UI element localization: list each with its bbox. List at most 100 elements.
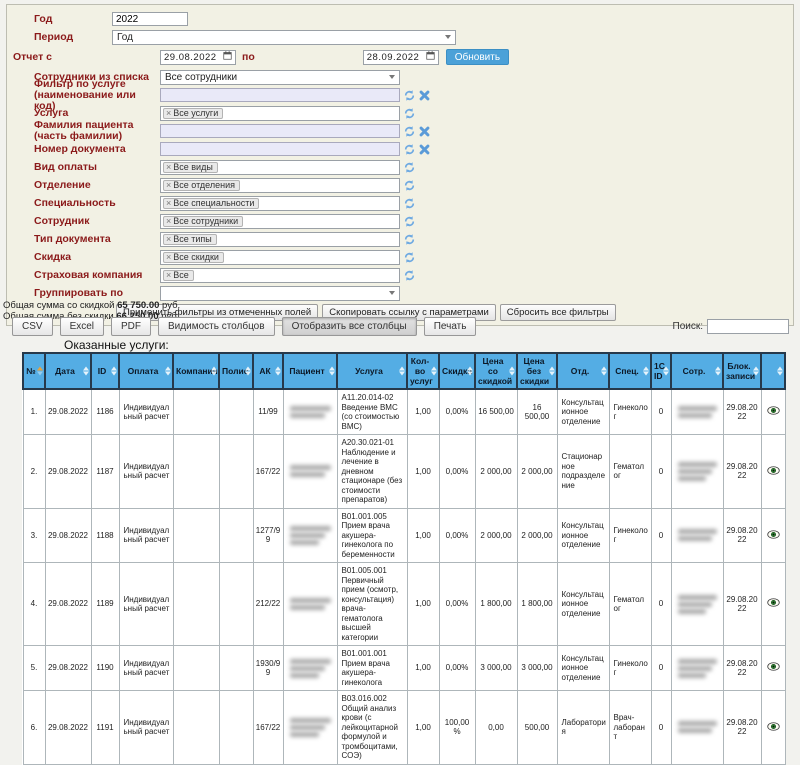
eye-icon[interactable] bbox=[767, 406, 780, 415]
service-filter-input[interactable] bbox=[160, 88, 400, 102]
column-header[interactable]: Спец. bbox=[609, 353, 651, 389]
column-header[interactable]: Блок. записи bbox=[723, 353, 761, 389]
column-header[interactable]: Пациент bbox=[283, 353, 337, 389]
column-header[interactable]: Сотр. bbox=[671, 353, 723, 389]
employees-from-list-select[interactable]: Все сотрудники bbox=[160, 70, 400, 85]
видимость-столбцов-button[interactable]: Видимость столбцов bbox=[158, 317, 275, 336]
sort-icon[interactable] bbox=[509, 367, 515, 376]
column-header[interactable]: Скидка bbox=[439, 353, 475, 389]
sort-icon[interactable] bbox=[245, 367, 251, 376]
sort-icon[interactable] bbox=[777, 367, 783, 376]
sort-icon[interactable] bbox=[37, 367, 43, 376]
sort-icon[interactable] bbox=[329, 367, 335, 376]
column-header[interactable]: № bbox=[23, 353, 45, 389]
service-multiselect[interactable]: ×Все услуги bbox=[160, 106, 400, 121]
remove-token-icon[interactable]: × bbox=[166, 216, 171, 226]
remove-token-icon[interactable]: × bbox=[166, 198, 171, 208]
column-header[interactable]: АК bbox=[253, 353, 283, 389]
patient-surname-input[interactable] bbox=[160, 124, 400, 138]
dept-cell: Стационарное подразделение bbox=[557, 435, 609, 509]
document-number-input[interactable] bbox=[160, 142, 400, 156]
view-cell bbox=[761, 646, 785, 691]
document-type-multiselect[interactable]: ×Все типы bbox=[160, 232, 400, 247]
eye-icon[interactable] bbox=[767, 598, 780, 607]
report-to-date[interactable]: 28.09.2022 bbox=[363, 50, 439, 65]
column-header[interactable]: Цена со скидкой bbox=[475, 353, 517, 389]
employee-multiselect[interactable]: ×Все сотрудники bbox=[160, 214, 400, 229]
remove-token-icon[interactable]: × bbox=[166, 234, 171, 244]
column-header[interactable]: ID bbox=[91, 353, 119, 389]
clear-icon[interactable] bbox=[419, 90, 430, 101]
sort-icon[interactable] bbox=[643, 367, 649, 376]
column-header[interactable] bbox=[761, 353, 785, 389]
column-header[interactable]: Отд. bbox=[557, 353, 609, 389]
filter-row: Услуга×Все услуги bbox=[7, 106, 793, 120]
clear-icon[interactable] bbox=[419, 144, 430, 155]
sort-icon[interactable] bbox=[753, 367, 759, 376]
отобразить-все-столбцы-button[interactable]: Отобразить все столбцы bbox=[282, 317, 417, 336]
chevron-down-icon bbox=[389, 291, 395, 295]
group-by-select[interactable] bbox=[160, 286, 400, 301]
sort-icon[interactable] bbox=[715, 367, 721, 376]
refresh-icon[interactable] bbox=[404, 216, 415, 227]
update-button[interactable]: Обновить bbox=[446, 49, 509, 65]
sort-icon[interactable] bbox=[111, 367, 117, 376]
eye-icon[interactable] bbox=[767, 662, 780, 671]
remove-token-icon[interactable]: × bbox=[166, 108, 171, 118]
date-cell: 29.08.2022 bbox=[45, 508, 91, 563]
sort-icon[interactable] bbox=[549, 367, 555, 376]
payment-type-multiselect[interactable]: ×Все виды bbox=[160, 160, 400, 175]
печать-button[interactable]: Печать bbox=[424, 317, 477, 336]
sort-icon[interactable] bbox=[83, 367, 89, 376]
period-select[interactable]: Год bbox=[112, 30, 456, 45]
column-header[interactable]: Компания bbox=[173, 353, 219, 389]
refresh-icon[interactable] bbox=[404, 108, 415, 119]
remove-token-icon[interactable]: × bbox=[166, 252, 171, 262]
column-header[interactable]: Дата bbox=[45, 353, 91, 389]
column-header[interactable]: Цена без скидки bbox=[517, 353, 557, 389]
pdf-button[interactable]: PDF bbox=[111, 317, 151, 336]
sort-icon[interactable] bbox=[601, 367, 607, 376]
sort-icon[interactable] bbox=[211, 367, 217, 376]
eye-icon[interactable] bbox=[767, 466, 780, 475]
report-to-label: по bbox=[242, 51, 255, 63]
refresh-icon[interactable] bbox=[404, 180, 415, 191]
refresh-icon[interactable] bbox=[404, 270, 415, 281]
column-header[interactable]: Услуга bbox=[337, 353, 407, 389]
year-input[interactable] bbox=[112, 12, 188, 26]
insurance-company-multiselect[interactable]: ×Все bbox=[160, 268, 400, 283]
refresh-icon[interactable] bbox=[404, 198, 415, 209]
sort-icon[interactable] bbox=[275, 367, 281, 376]
column-header[interactable]: 1С ID bbox=[651, 353, 671, 389]
refresh-icon[interactable] bbox=[404, 90, 415, 101]
discount-multiselect[interactable]: ×Все скидки bbox=[160, 250, 400, 265]
sort-icon[interactable] bbox=[165, 367, 171, 376]
search-input[interactable] bbox=[707, 319, 789, 334]
report-from-date[interactable]: 29.08.2022 bbox=[160, 50, 236, 65]
refresh-icon[interactable] bbox=[404, 234, 415, 245]
filter-row: Тип документа×Все типы bbox=[7, 232, 793, 246]
remove-token-icon[interactable]: × bbox=[166, 162, 171, 172]
csv-button[interactable]: CSV bbox=[12, 317, 53, 336]
refresh-icon[interactable] bbox=[404, 252, 415, 263]
eye-icon[interactable] bbox=[767, 530, 780, 539]
refresh-icon[interactable] bbox=[404, 162, 415, 173]
calendar-icon[interactable] bbox=[223, 51, 232, 63]
refresh-icon[interactable] bbox=[404, 126, 415, 137]
sort-icon[interactable] bbox=[663, 367, 669, 376]
clear-icon[interactable] bbox=[419, 126, 430, 137]
column-header[interactable]: Полис bbox=[219, 353, 253, 389]
sort-icon[interactable] bbox=[431, 367, 437, 376]
column-header[interactable]: Оплата bbox=[119, 353, 173, 389]
eye-icon[interactable] bbox=[767, 722, 780, 731]
excel-button[interactable]: Excel bbox=[60, 317, 104, 336]
department-multiselect[interactable]: ×Все отделения bbox=[160, 178, 400, 193]
column-header[interactable]: Кол-во услуг bbox=[407, 353, 439, 389]
remove-token-icon[interactable]: × bbox=[166, 180, 171, 190]
refresh-icon[interactable] bbox=[404, 144, 415, 155]
calendar-icon[interactable] bbox=[426, 51, 435, 63]
sort-icon[interactable] bbox=[399, 367, 405, 376]
specialty-multiselect[interactable]: ×Все специальности bbox=[160, 196, 400, 211]
remove-token-icon[interactable]: × bbox=[166, 270, 171, 280]
sort-icon[interactable] bbox=[467, 367, 473, 376]
